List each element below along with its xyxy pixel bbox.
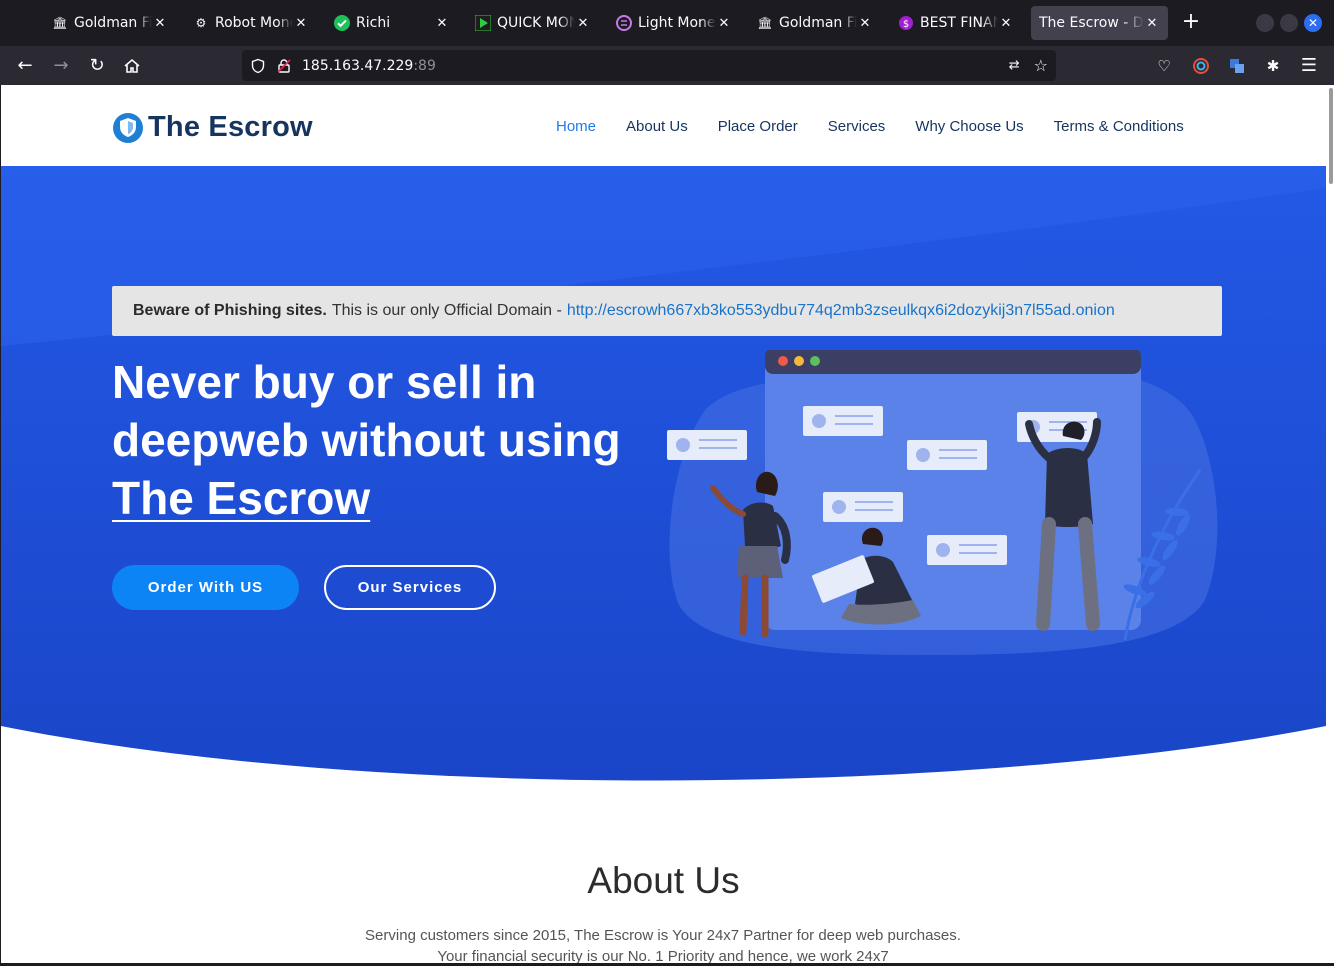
order-with-us-button[interactable]: Order With US [112, 565, 299, 610]
nav-terms-conditions[interactable]: Terms & Conditions [1054, 118, 1184, 135]
tab-active[interactable]: The Escrow - Darkweb ✕ [1031, 6, 1168, 40]
tab-title: Goldman Finance [74, 15, 152, 31]
menu-hamburger-icon[interactable]: ☰ [1295, 52, 1323, 80]
hero-section: Beware of Phishing sites. This is our on… [1, 166, 1326, 806]
window-close-button[interactable]: ✕ [1304, 14, 1322, 32]
about-heading: About Us [587, 860, 740, 901]
navigation-toolbar: ← → ↻ 185.163.47.229:89 ⇄ ☆ ♡ ✱ ☰ [0, 46, 1334, 85]
close-icon[interactable]: ✕ [434, 16, 450, 31]
tab-title: The Escrow - Darkweb [1039, 15, 1144, 31]
hero-illustration [667, 350, 1218, 655]
coin-icon [616, 15, 632, 31]
scrollbar-thumb[interactable] [1329, 88, 1333, 184]
tab-7[interactable]: $ BEST FINANCE ✕ [890, 6, 1022, 40]
about-paragraph: Serving customers since 2015, The Escrow… [365, 927, 961, 963]
headline-text: Never buy or sell in deepweb without usi… [112, 356, 621, 466]
tab-title: Robot Money [215, 15, 293, 31]
dollar-icon: $ [898, 15, 914, 31]
close-icon[interactable]: ✕ [716, 16, 732, 31]
home-icon [124, 58, 140, 73]
official-onion-link[interactable]: http://escrowh667xb3ko553ydbu774q2mb3zse… [567, 302, 1115, 320]
svg-text:$: $ [903, 19, 909, 30]
tab-strip: 🏛 Goldman Finance ✕ ⚙ Robot Money ✕ Rich… [0, 0, 1334, 46]
play-icon [475, 15, 491, 31]
new-tab-button[interactable]: + [1178, 10, 1204, 36]
close-icon[interactable]: ✕ [575, 16, 591, 31]
tab-title: QUICK MONEY [497, 15, 575, 31]
hero-headline: Never buy or sell in deepweb without usi… [112, 353, 632, 527]
headline-highlight: The Escrow [112, 472, 371, 524]
bank-icon: 🏛 [52, 16, 68, 30]
shield-icon[interactable] [250, 58, 266, 74]
tab-3[interactable]: Richi ✕ [326, 6, 458, 40]
reload-button[interactable]: ↻ [83, 52, 111, 80]
scrollbar-track[interactable] [1326, 85, 1334, 963]
nav-about-us[interactable]: About Us [626, 118, 688, 135]
site-logo[interactable]: The Escrow [112, 111, 313, 144]
main-menu: Home About Us Place Order Services Why C… [526, 118, 1184, 135]
close-icon[interactable]: ✕ [998, 16, 1014, 31]
nav-place-order[interactable]: Place Order [718, 118, 798, 135]
tab-1[interactable]: 🏛 Goldman Finance ✕ [44, 6, 176, 40]
close-icon[interactable]: ✕ [152, 16, 168, 31]
translate-extension-icon[interactable] [1223, 52, 1251, 80]
tab-2[interactable]: ⚙ Robot Money ✕ [185, 6, 317, 40]
forward-button[interactable]: → [47, 52, 75, 80]
tab-title: BEST FINANCE [920, 15, 998, 31]
nav-home[interactable]: Home [556, 118, 596, 135]
tab-title: Richi [356, 15, 391, 31]
nav-services[interactable]: Services [828, 118, 886, 135]
extension-color-icon[interactable] [1187, 52, 1215, 80]
check-icon [334, 15, 350, 31]
pocket-icon[interactable]: ♡ [1150, 52, 1178, 80]
web-page: The Escrow Home About Us Place Order Ser… [1, 85, 1326, 963]
close-icon[interactable]: ✕ [857, 16, 873, 31]
url-host: 185.163.47.229 [302, 57, 414, 74]
url-port: :89 [413, 57, 436, 74]
translate-icon[interactable]: ⇄ [1009, 58, 1020, 73]
tab-title: Light Money [638, 15, 716, 31]
bank-icon: 🏛 [757, 16, 773, 30]
insecure-lock-icon[interactable] [276, 58, 292, 74]
notice-text: This is our only Official Domain - [331, 302, 562, 319]
site-header: The Escrow Home About Us Place Order Ser… [1, 85, 1326, 166]
bookmark-star-icon[interactable]: ☆ [1034, 56, 1048, 75]
tab-4[interactable]: QUICK MONEY ✕ [467, 6, 599, 40]
maximize-button[interactable] [1280, 14, 1298, 32]
extensions-puzzle-icon[interactable]: ✱ [1259, 52, 1287, 80]
nav-why-choose-us[interactable]: Why Choose Us [915, 118, 1023, 135]
tab-5[interactable]: Light Money ✕ [608, 6, 740, 40]
robot-icon: ⚙ [195, 16, 207, 30]
close-icon[interactable]: ✕ [293, 16, 309, 31]
phishing-notice: Beware of Phishing sites. This is our on… [112, 286, 1222, 336]
back-button[interactable]: ← [11, 52, 39, 80]
close-icon[interactable]: ✕ [1144, 16, 1160, 31]
tab-6[interactable]: 🏛 Goldman Finance ✕ [749, 6, 881, 40]
url-bar[interactable]: 185.163.47.229:89 ⇄ ☆ [242, 50, 1056, 81]
logo-text: The Escrow [148, 111, 313, 143]
home-button[interactable] [118, 52, 146, 80]
notice-bold: Beware of Phishing sites. [133, 302, 327, 319]
minimize-button[interactable] [1256, 14, 1274, 32]
shield-logo-icon [113, 112, 143, 143]
tab-title: Goldman Finance [779, 15, 857, 31]
our-services-button[interactable]: Our Services [324, 565, 496, 610]
